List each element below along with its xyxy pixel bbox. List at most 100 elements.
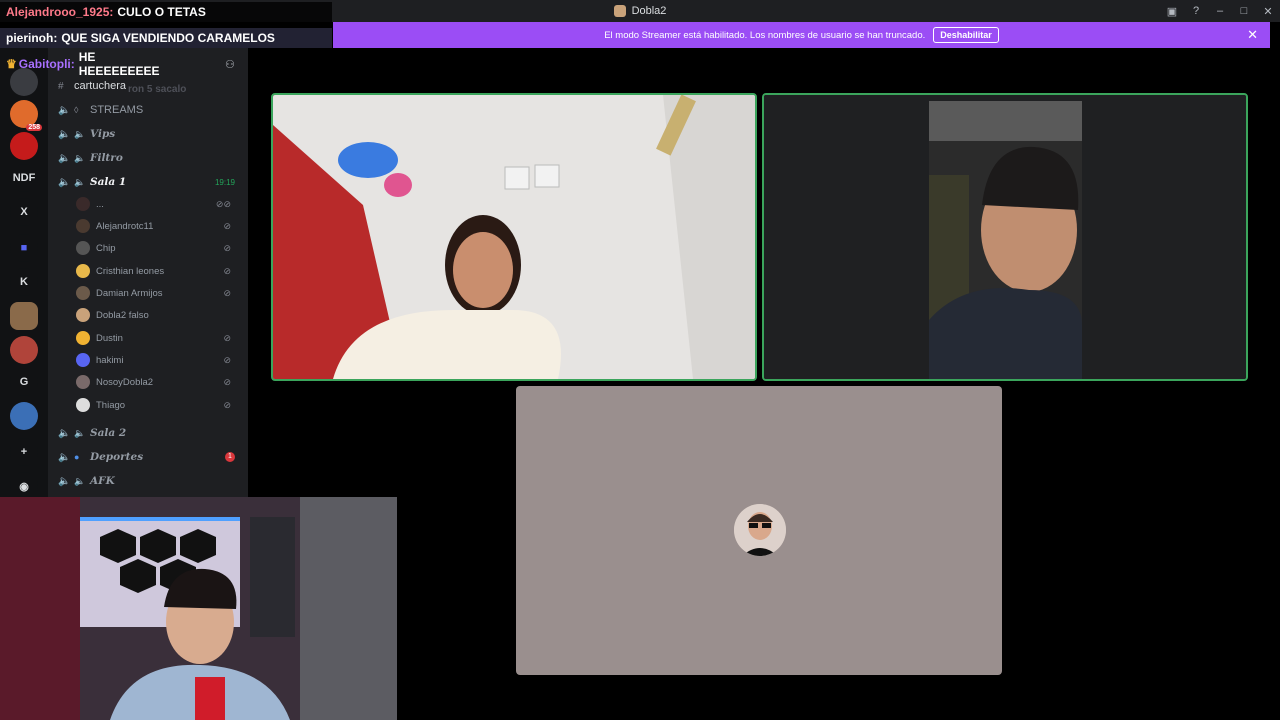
spiderman-server-icon[interactable] (10, 132, 38, 160)
avatar (76, 375, 90, 389)
member-name: Chip (96, 242, 116, 254)
faded-channel-text: ron 5 sacalo (128, 84, 187, 95)
voice-member[interactable]: Alejandrotc11 ⊘ (76, 216, 241, 236)
channel-deportes[interactable]: 🔈 ● Deportes 1 (58, 447, 243, 467)
add-server-icon[interactable]: + (10, 438, 38, 466)
channel-name: STREAMS (90, 104, 144, 116)
voice-member[interactable]: Chip ⊘ (76, 238, 241, 258)
voice-member[interactable]: ... ⊘⊘ (76, 194, 241, 214)
avatar (76, 241, 90, 255)
participant-video (273, 95, 755, 379)
speaker-icon: 🔈 (58, 451, 71, 463)
member-name: NosoyDobla2 (96, 376, 154, 388)
muted-icon: ⊘ (223, 265, 231, 276)
speaker-icon: 🔈 (74, 152, 86, 163)
avatar (76, 197, 90, 211)
channel-name: cartuchera (74, 80, 126, 92)
speaker-icon: 🔈 (58, 152, 71, 164)
speaker-icon: 🔈 (58, 475, 71, 487)
voice-member[interactable]: Cristhian leones ⊘ (76, 261, 241, 281)
close-banner-icon[interactable]: ✕ (1247, 27, 1258, 43)
voice-member[interactable]: Thiago ⊘ (76, 395, 241, 415)
channel-vips[interactable]: 🔈 🔈 Vips (58, 124, 243, 144)
video-tile[interactable] (271, 93, 757, 381)
channel-name: Vips (90, 128, 116, 140)
streamer-webcam (0, 497, 397, 720)
add-member-icon[interactable]: ⚇ (225, 58, 235, 71)
member-name: Cristhian leones (96, 265, 165, 277)
chat-message: ♛ Gabitopli: HE HEEEEEEEEE (0, 50, 182, 78)
muted-icon: ⊘ (223, 354, 231, 365)
avatar-image (734, 504, 786, 556)
voice-member[interactable]: Dobla2 falso (76, 305, 241, 325)
folder-icon[interactable]: ■ (10, 234, 38, 262)
muted-icon: ⊘⊘ (215, 198, 231, 209)
chat-text: HE HEEEEEEEEE (78, 50, 160, 78)
member-name: Dustin (96, 332, 123, 344)
channel-name: Sala 2 (90, 427, 127, 439)
channel-name: AFK (90, 475, 115, 487)
chat-text: CULO O TETAS (117, 5, 206, 19)
video-tile[interactable] (762, 93, 1248, 381)
chat-message: pierinoh: QUE SIGA VENDIENDO CARAMELOS (0, 28, 332, 48)
chat-username: Alejandrooo_1925: (6, 5, 114, 19)
voice-member[interactable]: hakimi ⊘ (76, 350, 241, 370)
muted-icon: ⊘ (223, 220, 231, 231)
speaker-icon: 🔈 (74, 427, 86, 438)
speaker-icon: 🔈 (74, 176, 86, 187)
avatar (76, 331, 90, 345)
avatar (76, 353, 90, 367)
channel-name: Sala 1 (90, 176, 127, 188)
muted-icon: ⊘ (223, 287, 231, 298)
muted-icon: ⊘ (223, 399, 231, 410)
server-icon[interactable]: 258 (10, 100, 42, 131)
channel-sala-1[interactable]: 🔈 🔈 Sala 1 19:19 (58, 172, 243, 192)
webcam-video (0, 497, 397, 720)
server-icon[interactable] (10, 402, 38, 430)
channel-filtro[interactable]: 🔈 🔈 Filtro (58, 148, 243, 168)
banner-message: El modo Streamer está habilitado. Los no… (604, 29, 926, 41)
maximize-icon[interactable]: □ (1232, 5, 1256, 17)
voice-member[interactable]: Dustin ⊘ (76, 328, 241, 348)
channel-streams[interactable]: 🔈 ◊ STREAMS (58, 100, 243, 120)
speaker-icon: 🔈 (58, 104, 71, 116)
inbox-icon[interactable]: ▣ (1160, 5, 1184, 18)
chat-message: Alejandrooo_1925: CULO O TETAS (0, 2, 332, 22)
server-icon[interactable] (10, 302, 38, 330)
voice-member[interactable]: NosoyDobla2 ⊘ (76, 372, 241, 392)
member-name: Alejandrotc11 (96, 220, 154, 232)
speaker-icon: 🔈 (74, 128, 86, 139)
speaker-icon: 🔈 (58, 427, 71, 439)
channel-name: Filtro (90, 152, 123, 164)
chat-username: Gabitopli: (18, 57, 75, 71)
chat-username: pierinoh: (6, 31, 58, 45)
avatar (734, 504, 786, 556)
channel-sala-2[interactable]: 🔈 🔈 Sala 2 (58, 423, 243, 443)
avatar (76, 264, 90, 278)
avatar (76, 308, 90, 322)
channel-afk[interactable]: 🔈 🔈 AFK (58, 471, 243, 491)
participant-video (764, 95, 1246, 379)
window-controls: ▣ ? – □ ✕ (1160, 0, 1280, 22)
member-name: hakimi (96, 354, 124, 366)
disable-streamer-button[interactable]: Deshabilitar (933, 27, 999, 43)
voice-member[interactable]: Damian Armijos ⊘ (76, 283, 241, 303)
video-tile-avatar[interactable] (516, 386, 1002, 675)
mention-badge: 258 (26, 124, 42, 131)
close-window-icon[interactable]: ✕ (1256, 5, 1280, 18)
speaker-icon: 🔈 (58, 176, 71, 188)
server-k[interactable]: K (10, 268, 38, 296)
avatar (76, 398, 90, 412)
explore-icon[interactable]: ◉ (10, 472, 38, 500)
server-x[interactable]: X (10, 198, 38, 226)
server-g[interactable]: G (10, 368, 38, 396)
crown-icon: ♛ (6, 57, 17, 71)
deafened-icon: ⊘ (223, 242, 231, 253)
server-ndf[interactable]: NDF (10, 164, 38, 192)
help-icon[interactable]: ? (1184, 5, 1208, 17)
notification-badge: 1 (225, 452, 235, 462)
server-icon[interactable] (10, 336, 38, 364)
server-rail: 258 NDF X ■ K G + ◉ (0, 48, 48, 500)
channel-list: # cartuchera 🔈 ◊ STREAMS 🔈 🔈 Vips 🔈 🔈 Fi… (48, 48, 248, 498)
minimize-icon[interactable]: – (1208, 5, 1232, 17)
